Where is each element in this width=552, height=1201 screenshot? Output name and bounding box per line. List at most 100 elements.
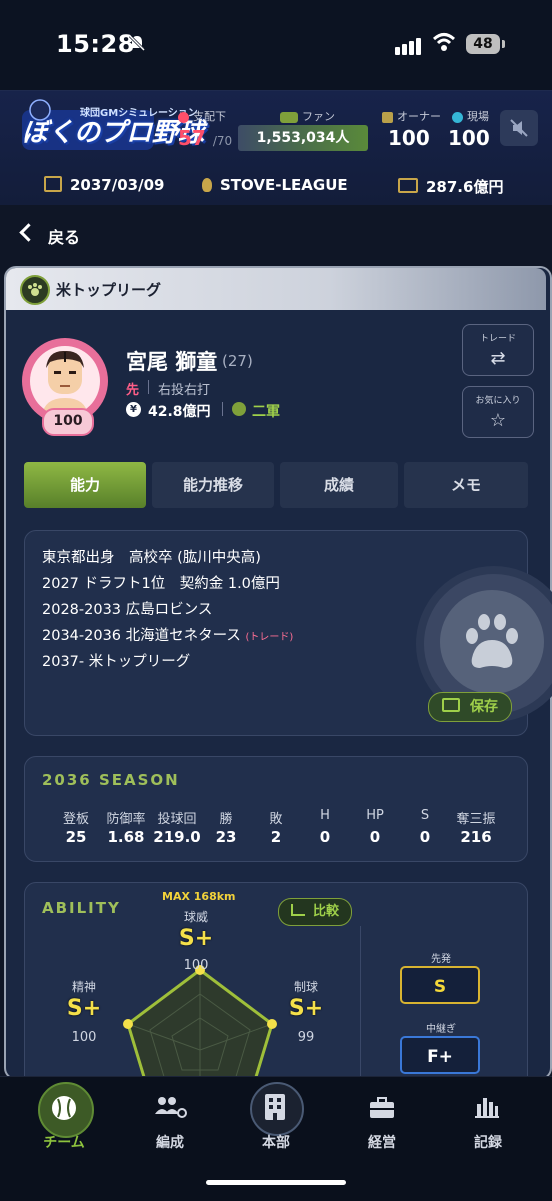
attr-value-control: 99 <box>297 1030 315 1045</box>
team-funds: 287.6億円 <box>398 176 503 197</box>
silent-mode-icon <box>128 34 146 52</box>
nav-roster[interactable]: 編成 <box>130 1132 210 1152</box>
baseball-icon <box>52 1096 76 1120</box>
career-line: 2034-2036 北海道セネタース (トレード) <box>42 628 294 644</box>
season-stat-value: 219.0 <box>153 828 201 846</box>
trade-button[interactable]: トレード ⇄ <box>462 324 534 376</box>
attr-label-mental: 精神 <box>71 980 96 994</box>
season-stat-header: HP <box>366 808 384 823</box>
position-grade-reliever: F+ <box>400 1036 480 1074</box>
logo-title: ぼくのプロ野球 <box>22 118 205 148</box>
ability-radar-chart <box>123 965 277 1080</box>
trade-label: トレード <box>479 334 516 344</box>
team-name: 米トップリーグ <box>56 281 162 299</box>
id-card-icon <box>442 698 460 712</box>
season-stat-value: 0 <box>369 828 381 846</box>
career-line: 東京都出身 高校卒 (肱川中央高) <box>42 550 261 566</box>
save-button[interactable]: 保存 <box>428 692 512 722</box>
fan-label: ファン <box>280 108 335 124</box>
bar-chart-icon <box>475 1098 499 1118</box>
season-stat-header: 奪三振 <box>456 812 496 827</box>
overall-rating-badge: 100 <box>42 408 94 436</box>
owner-icon <box>382 111 393 123</box>
owner-value: 100 <box>388 126 430 150</box>
career-line: 2027 ドラフト1位 契約金 1.0億円 <box>42 576 280 592</box>
ability-title: ABILITY <box>42 899 121 917</box>
position-label-starter: 先発 <box>431 954 451 965</box>
wifi-icon <box>432 33 456 51</box>
tab-stats[interactable]: 成績 <box>280 462 398 508</box>
flame-icon <box>202 178 212 192</box>
roster-icon <box>178 111 189 123</box>
season-title: 2036 SEASON <box>42 771 180 789</box>
back-bar <box>0 205 552 265</box>
nav-team[interactable]: チーム <box>24 1132 104 1152</box>
back-button[interactable]: 戻る <box>48 224 80 248</box>
season-stat-header: 勝 <box>219 812 233 827</box>
paw-emblem <box>440 590 544 694</box>
position-grade-starter: S <box>400 966 480 1004</box>
nav-headquarters[interactable]: 本部 <box>236 1132 316 1152</box>
player-name: 宮尾 獅童 <box>126 350 218 374</box>
season-stat-value: 216 <box>460 828 492 846</box>
divider <box>360 926 361 1076</box>
season-stat-value: 23 <box>215 828 237 846</box>
max-speed: MAX 168km <box>162 890 236 903</box>
roster-label: 支配下 <box>178 108 226 124</box>
player-role: 先 <box>126 383 140 398</box>
season-stat-header: 投球回 <box>157 812 197 827</box>
attr-value-mental: 100 <box>71 1030 97 1045</box>
line-chart-icon <box>290 904 305 916</box>
compare-button[interactable]: 比較 <box>278 898 352 926</box>
swap-icon: ⇄ <box>490 348 506 369</box>
nav-management[interactable]: 経営 <box>342 1132 422 1152</box>
star-icon: ☆ <box>489 410 507 431</box>
season-phase: STOVE-LEAGUE <box>202 176 348 194</box>
favorite-button[interactable]: お気に入り ☆ <box>462 386 534 438</box>
fan-count: 1,553,034人 <box>256 130 350 146</box>
attr-grade-mental: S+ <box>66 996 102 1021</box>
divider <box>148 380 149 394</box>
battery-tip <box>502 40 505 48</box>
season-stat-header: H <box>320 808 330 823</box>
clock: 15:28 <box>56 30 135 58</box>
speaker-muted-icon <box>510 119 528 137</box>
runner-icon <box>452 111 463 123</box>
season-stat-header: S <box>420 808 430 823</box>
field-value: 100 <box>448 126 490 150</box>
season-stat-header: 登板 <box>62 812 89 827</box>
money-icon <box>398 178 418 193</box>
attr-label-control: 制球 <box>293 980 318 994</box>
briefcase-icon <box>370 1097 394 1118</box>
radar-point <box>123 1019 133 1029</box>
season-stat-value: 0 <box>419 828 431 846</box>
game-date: 2037/03/09 <box>44 176 164 194</box>
yen-icon: ¥ <box>126 402 141 417</box>
player-age: (27) <box>222 352 253 370</box>
tab-ability[interactable]: 能力 <box>24 462 146 508</box>
career-line: 2037- 米トップリーグ <box>42 654 191 670</box>
trade-note: (トレード) <box>245 632 294 643</box>
tab-ability-trend[interactable]: 能力推移 <box>152 462 274 508</box>
position-label-reliever: 中継ぎ <box>426 1024 456 1035</box>
calendar-icon <box>44 176 62 192</box>
radar-point <box>267 1019 277 1029</box>
season-stat-value: 0 <box>319 828 331 846</box>
building-icon <box>265 1094 285 1120</box>
owner-label: オーナー <box>382 108 441 124</box>
nav-records[interactable]: 記録 <box>448 1132 528 1152</box>
people-gear-icon <box>155 1097 187 1118</box>
season-stat-value: 2 <box>270 828 282 846</box>
player-salary: 42.8億円 <box>148 404 211 420</box>
roster-count: 57 /70 <box>178 126 233 150</box>
avatar[interactable] <box>30 346 100 416</box>
paw-icon <box>466 614 518 668</box>
sound-mute-button[interactable] <box>500 110 538 146</box>
season-stat-value: 1.68 <box>107 828 145 846</box>
attr-label-power: 球威 <box>183 910 208 924</box>
fans-icon <box>280 111 298 123</box>
tab-memo[interactable]: メモ <box>404 462 528 508</box>
attr-grade-control: S+ <box>288 996 324 1021</box>
player-squad: 二軍 <box>252 404 280 420</box>
baseball-icon <box>232 402 246 416</box>
